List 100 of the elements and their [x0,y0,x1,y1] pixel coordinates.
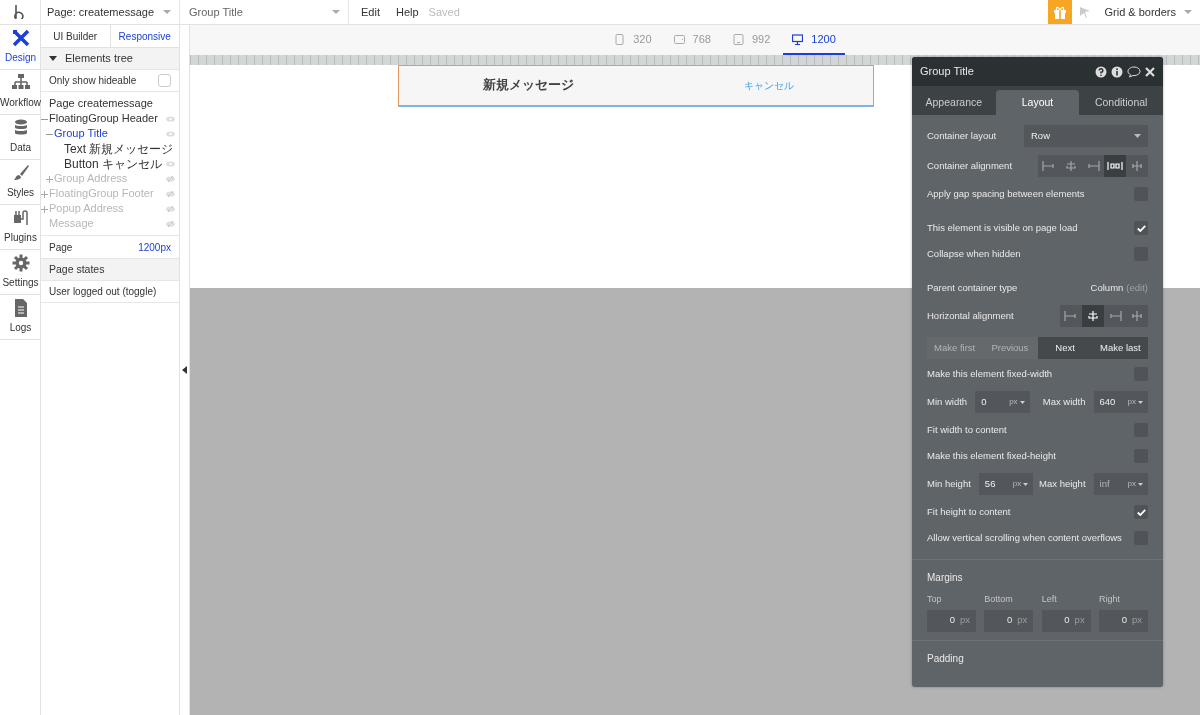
tablet-landscape-icon [673,33,685,45]
menu-item[interactable]: Help [395,3,419,21]
checkbox[interactable] [1134,505,1148,519]
phone-icon [614,33,626,45]
caret-icon [163,10,171,14]
desktop-icon [792,33,804,45]
alignment-option[interactable] [1082,305,1104,327]
unit-dropdown[interactable]: px [1010,473,1034,495]
info-icon[interactable] [1111,65,1123,78]
filter-checkbox[interactable] [158,74,171,87]
collapse-arrow-icon[interactable] [182,366,187,374]
caret-icon [1138,482,1143,486]
alignment-option[interactable] [1104,155,1126,177]
expand-icon [46,175,53,183]
sidebar-tab[interactable]: Logs [0,295,41,340]
order-button[interactable]: Make last [1092,337,1148,359]
checkbox[interactable] [1134,221,1148,235]
caret-icon [1023,482,1029,486]
caret-icon [1019,400,1025,404]
cursor-icon[interactable] [1080,6,1091,18]
panel-tab[interactable]: Responsive [109,25,179,48]
element-dropdown[interactable]: Group Title [183,0,349,24]
gift-button[interactable] [1048,0,1073,24]
number-field[interactable]: 0 px [1041,609,1091,632]
close-icon[interactable] [1145,66,1155,77]
unit-dropdown[interactable]: px [1125,473,1148,495]
sidebar-tab[interactable]: Plugins [0,205,41,250]
inspector-tab[interactable]: Layout [995,90,1080,115]
eye-slash-icon [166,190,175,197]
inspector-title: Group Title [920,64,974,80]
header-group[interactable]: 新規メッセージ キャンセル [398,65,874,107]
menu-item[interactable]: Edit [361,3,380,21]
caret-icon [1134,134,1141,138]
tree-item[interactable]: FloatingGroup Header [41,111,179,126]
triangle-down-icon [49,56,57,61]
unit-dropdown[interactable]: px [1007,391,1030,413]
number-field[interactable]: 56 [978,473,1011,495]
tree-item[interactable]: Button キャンセル [41,156,179,171]
setting-label: Collapse when hidden [927,246,1021,261]
header-title: 新規メッセージ [483,77,574,95]
eye-slash-icon [166,175,175,182]
setting-label: Fit height to content [927,504,1011,519]
page-dropdown[interactable]: Page: createmessage [41,0,180,24]
expand-icon [41,190,48,198]
field-label: Top [927,593,943,606]
setting-label: This element is visible on page load [927,220,1078,235]
workflow-icon [11,74,30,92]
number-field[interactable]: 0 px [927,609,976,632]
view-dropdown[interactable]: Grid & borders [1098,0,1200,24]
help-icon[interactable] [1095,65,1107,78]
plugins-icon [11,209,30,227]
setting-value: Column [1090,281,1124,293]
setting-label: Allow vertical scrolling when content overflows [927,530,1122,545]
section-title: Padding [927,651,965,666]
field-label: Right [1099,593,1121,606]
page-state-item[interactable]: User logged out (toggle) [49,284,157,299]
section-title: Margins [927,571,964,585]
sidebar-tab[interactable]: Workflow [0,70,41,115]
page-width-value[interactable]: 1200px [138,239,171,255]
number-field[interactable]: inf [1093,473,1126,495]
check-icon [1136,508,1146,516]
sidebar-tab[interactable]: Settings [0,250,41,295]
setting-label: Apply gap spacing between elements [927,186,1085,201]
setting-label: Page [49,240,73,255]
field-label: Left [1041,593,1058,606]
inspector-tab[interactable]: Appearance [912,90,996,115]
setting-label: Container layout [927,128,997,143]
setting-label: Container alignment [927,158,1013,173]
number-field[interactable]: 0 [975,391,1008,413]
setting-label: Fit width to content [927,422,1007,437]
unit-dropdown[interactable]: px [1125,391,1148,413]
section-title: Elements tree [65,51,133,67]
number-field[interactable]: 0 px [1099,609,1148,632]
tree-item[interactable]: Text 新規メッセージ [41,141,179,156]
eye-slash-icon [166,220,175,227]
setting-label: Max height [1039,476,1086,491]
layout-dropdown[interactable]: Row [1024,125,1148,147]
gift-icon [1053,5,1068,19]
order-button[interactable]: Next [1037,337,1093,359]
field-label: Bottom [984,593,1014,606]
check-icon [1136,224,1146,232]
setting-label: Parent container type [927,280,1018,295]
caret-icon [1138,400,1143,404]
logo-icon [14,5,26,19]
number-field[interactable]: 0 px [984,609,1034,632]
inspector-tab[interactable]: Conditional [1079,90,1163,115]
tree-item[interactable]: Page createmessage [41,96,179,111]
eye-slash-icon [166,205,175,212]
caret-icon [1184,10,1192,14]
settings-icon [11,254,30,272]
setting-label: Min height [927,476,971,491]
sidebar-tab[interactable]: Data [0,115,41,160]
save-status: Saved [428,4,460,20]
tree-item[interactable]: Group Title [41,126,179,141]
sidebar-tab[interactable]: Styles [0,160,41,205]
number-field[interactable]: 640 [1093,391,1126,413]
setting-label: Make this element fixed-height [927,448,1056,463]
comment-icon[interactable] [1127,65,1141,78]
setting-label: Horizontal alignment [927,308,1014,323]
design-icon [11,29,30,47]
